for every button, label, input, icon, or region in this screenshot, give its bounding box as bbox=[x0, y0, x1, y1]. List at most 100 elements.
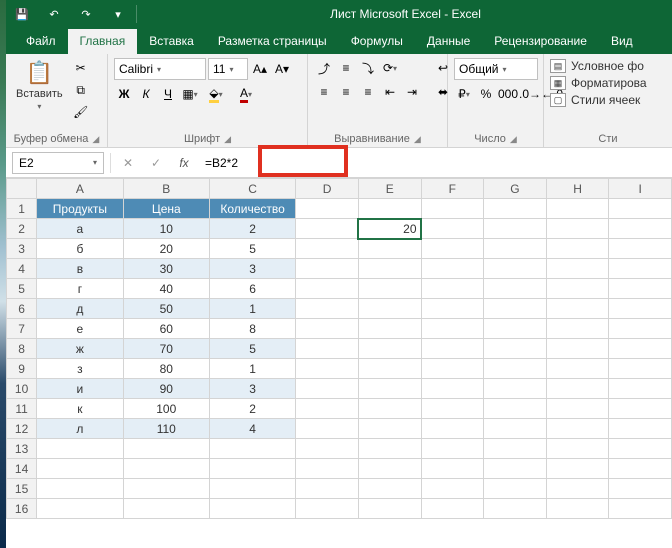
format-as-table-button[interactable]: ▦Форматирова bbox=[550, 75, 647, 91]
cell[interactable] bbox=[546, 419, 609, 439]
cell[interactable] bbox=[421, 299, 484, 319]
italic-button[interactable]: К bbox=[136, 84, 156, 104]
formula-input[interactable] bbox=[201, 152, 666, 174]
cell[interactable] bbox=[546, 219, 609, 239]
row-header[interactable]: 12 bbox=[7, 419, 37, 439]
cell[interactable] bbox=[296, 439, 359, 459]
row-header[interactable]: 11 bbox=[7, 399, 37, 419]
orientation-icon[interactable]: ⟳▾ bbox=[380, 58, 400, 78]
cell[interactable] bbox=[37, 499, 123, 519]
tab-home[interactable]: Главная bbox=[68, 29, 138, 54]
cell[interactable] bbox=[484, 299, 547, 319]
number-format-combo[interactable]: Общий▾ bbox=[454, 58, 538, 80]
row-header[interactable]: 15 bbox=[7, 479, 37, 499]
cell[interactable] bbox=[484, 319, 547, 339]
font-color-icon[interactable]: A▾ bbox=[232, 84, 260, 104]
cell[interactable] bbox=[421, 339, 484, 359]
dialog-launcher-icon[interactable]: ◢ bbox=[510, 134, 517, 145]
cell[interactable] bbox=[421, 239, 484, 259]
cell[interactable]: з bbox=[37, 359, 123, 379]
cell[interactable] bbox=[484, 199, 547, 219]
row-header[interactable]: 3 bbox=[7, 239, 37, 259]
redo-icon[interactable]: ↷ bbox=[70, 0, 102, 28]
cell[interactable] bbox=[296, 319, 359, 339]
col-header[interactable]: H bbox=[546, 179, 609, 199]
cell[interactable] bbox=[358, 299, 421, 319]
cell[interactable] bbox=[421, 379, 484, 399]
col-header[interactable]: C bbox=[209, 179, 295, 199]
cell[interactable]: 50 bbox=[123, 299, 209, 319]
select-all-corner[interactable] bbox=[7, 179, 37, 199]
cell[interactable] bbox=[546, 499, 609, 519]
cell[interactable]: е bbox=[37, 319, 123, 339]
row-header[interactable]: 8 bbox=[7, 339, 37, 359]
increase-indent-icon[interactable]: ⇥ bbox=[402, 82, 422, 102]
cell[interactable] bbox=[484, 459, 547, 479]
cell[interactable] bbox=[484, 339, 547, 359]
tab-data[interactable]: Данные bbox=[415, 29, 482, 54]
dialog-launcher-icon[interactable]: ◢ bbox=[414, 134, 421, 145]
align-middle-icon[interactable]: ≡ bbox=[336, 58, 356, 78]
cell[interactable] bbox=[37, 479, 123, 499]
cell[interactable] bbox=[609, 459, 672, 479]
cell[interactable] bbox=[546, 399, 609, 419]
dialog-launcher-icon[interactable]: ◢ bbox=[92, 134, 99, 145]
row-header[interactable]: 10 bbox=[7, 379, 37, 399]
col-header[interactable]: A bbox=[37, 179, 123, 199]
cell[interactable] bbox=[546, 279, 609, 299]
align-center-icon[interactable]: ≡ bbox=[336, 82, 356, 102]
cell[interactable] bbox=[37, 439, 123, 459]
cell[interactable] bbox=[358, 339, 421, 359]
cell[interactable]: 70 bbox=[123, 339, 209, 359]
cell[interactable] bbox=[358, 239, 421, 259]
cell[interactable] bbox=[546, 439, 609, 459]
undo-icon[interactable]: ↶ bbox=[38, 0, 70, 28]
col-header[interactable]: B bbox=[123, 179, 209, 199]
font-name-combo[interactable]: Calibri▾ bbox=[114, 58, 206, 80]
cell[interactable] bbox=[296, 199, 359, 219]
cell[interactable] bbox=[296, 399, 359, 419]
cell[interactable] bbox=[296, 479, 359, 499]
font-size-combo[interactable]: 11▾ bbox=[208, 58, 248, 80]
cell[interactable] bbox=[123, 479, 209, 499]
cell[interactable]: 10 bbox=[123, 219, 209, 239]
cell[interactable]: 60 bbox=[123, 319, 209, 339]
cell[interactable] bbox=[546, 239, 609, 259]
align-right-icon[interactable]: ≡ bbox=[358, 82, 378, 102]
cell[interactable] bbox=[546, 319, 609, 339]
cell[interactable]: 1 bbox=[209, 299, 295, 319]
copy-icon[interactable]: ⧉ bbox=[71, 80, 91, 100]
cell[interactable] bbox=[421, 319, 484, 339]
cell[interactable] bbox=[484, 399, 547, 419]
tab-review[interactable]: Рецензирование bbox=[482, 29, 599, 54]
align-left-icon[interactable]: ≡ bbox=[314, 82, 334, 102]
worksheet-grid[interactable]: A B C D E F G H I 1 Продукты Цена Количе… bbox=[6, 178, 672, 548]
cell[interactable] bbox=[546, 199, 609, 219]
cell[interactable] bbox=[484, 419, 547, 439]
cell[interactable]: д bbox=[37, 299, 123, 319]
cell[interactable] bbox=[546, 299, 609, 319]
cell[interactable] bbox=[546, 379, 609, 399]
cell[interactable] bbox=[296, 379, 359, 399]
cell[interactable] bbox=[209, 479, 295, 499]
cell[interactable]: а bbox=[37, 219, 123, 239]
col-header[interactable]: D bbox=[296, 179, 359, 199]
cell[interactable] bbox=[296, 459, 359, 479]
conditional-formatting-button[interactable]: ▤Условное фо bbox=[550, 58, 644, 74]
cell[interactable] bbox=[609, 359, 672, 379]
cell[interactable] bbox=[123, 459, 209, 479]
fx-icon[interactable]: fx bbox=[173, 152, 195, 174]
cell-styles-button[interactable]: ▢Стили ячеек bbox=[550, 92, 640, 108]
name-box[interactable]: E2▾ bbox=[12, 152, 104, 174]
col-header[interactable]: F bbox=[421, 179, 484, 199]
dialog-launcher-icon[interactable]: ◢ bbox=[224, 134, 231, 145]
row-header[interactable]: 13 bbox=[7, 439, 37, 459]
cell[interactable] bbox=[484, 379, 547, 399]
cell[interactable] bbox=[609, 499, 672, 519]
cell[interactable] bbox=[484, 499, 547, 519]
cell[interactable] bbox=[421, 459, 484, 479]
tab-formulas[interactable]: Формулы bbox=[339, 29, 415, 54]
cell[interactable] bbox=[209, 439, 295, 459]
cell[interactable] bbox=[123, 499, 209, 519]
cell[interactable] bbox=[421, 439, 484, 459]
